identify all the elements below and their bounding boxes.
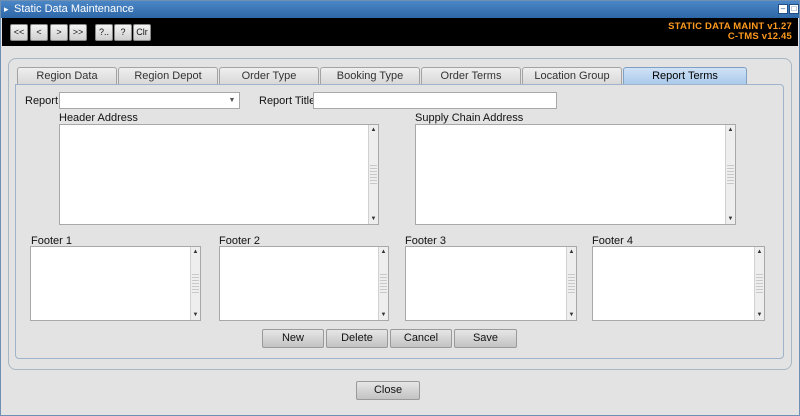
report-title-input[interactable]: [313, 92, 557, 109]
scroll-down-icon[interactable]: ▼: [191, 310, 200, 320]
version-info: STATIC DATA MAINT v1.27 C-TMS v12.45: [668, 22, 792, 42]
footer-2-scrollbar[interactable]: ▲ ▼: [378, 247, 388, 320]
scroll-down-icon[interactable]: ▼: [369, 214, 378, 224]
close-button[interactable]: Close: [356, 381, 420, 400]
help-button[interactable]: ?: [114, 24, 132, 41]
scroll-up-icon[interactable]: ▲: [755, 247, 764, 257]
last-record-button[interactable]: >>: [69, 24, 87, 41]
tab-region-data[interactable]: Region Data: [17, 67, 117, 85]
footer-1-scrollbar[interactable]: ▲ ▼: [190, 247, 200, 320]
report-title-label: Report Title: [259, 95, 316, 107]
scroll-grip-icon[interactable]: [756, 273, 763, 294]
app-window: ▸ Static Data Maintenance – □ << < > >> …: [0, 0, 800, 416]
scroll-down-icon[interactable]: ▼: [567, 310, 576, 320]
query-button[interactable]: ?..: [95, 24, 113, 41]
title-bar: ▸ Static Data Maintenance – □: [1, 1, 799, 18]
report-select[interactable]: ▼: [59, 92, 240, 109]
scroll-down-icon[interactable]: ▼: [755, 310, 764, 320]
first-record-button[interactable]: <<: [10, 24, 28, 41]
window-menu-icon[interactable]: ▸: [4, 1, 9, 18]
scroll-up-icon[interactable]: ▲: [726, 125, 735, 135]
tab-booking-type[interactable]: Booking Type: [320, 67, 420, 85]
scroll-down-icon[interactable]: ▼: [726, 214, 735, 224]
delete-button[interactable]: Delete: [326, 329, 388, 348]
scroll-grip-icon[interactable]: [370, 164, 377, 185]
cancel-button[interactable]: Cancel: [390, 329, 452, 348]
footer-1-textarea[interactable]: ▲ ▼: [30, 246, 201, 321]
chevron-down-icon[interactable]: ▼: [225, 93, 239, 108]
footer-4-scrollbar[interactable]: ▲ ▼: [754, 247, 764, 320]
tab-order-type[interactable]: Order Type: [219, 67, 319, 85]
supply-chain-address-textarea[interactable]: ▲ ▼: [415, 124, 736, 225]
scroll-up-icon[interactable]: ▲: [567, 247, 576, 257]
clear-button[interactable]: Clr: [133, 24, 151, 41]
previous-record-button[interactable]: <: [30, 24, 48, 41]
header-address-textarea[interactable]: ▲ ▼: [59, 124, 379, 225]
supply-chain-address-label: Supply Chain Address: [415, 112, 524, 124]
new-button[interactable]: New: [262, 329, 324, 348]
scroll-grip-icon[interactable]: [568, 273, 575, 294]
maximize-icon[interactable]: □: [789, 4, 799, 14]
tab-report-terms-configuration[interactable]: Report Terms Configuration: [623, 67, 747, 99]
footer-2-textarea[interactable]: ▲ ▼: [219, 246, 389, 321]
tab-location-group-name[interactable]: Location Group Name: [522, 67, 622, 99]
save-button[interactable]: Save: [454, 329, 517, 348]
minimize-icon[interactable]: –: [778, 4, 788, 14]
scroll-up-icon[interactable]: ▲: [369, 125, 378, 135]
window-title: Static Data Maintenance: [14, 3, 134, 15]
toolbar: << < > >> ?.. ? Clr STATIC DATA MAINT v1…: [2, 18, 798, 46]
tab-region-depot[interactable]: Region Depot: [118, 67, 218, 85]
header-address-scrollbar[interactable]: ▲ ▼: [368, 125, 378, 224]
report-label: Report: [25, 95, 59, 107]
footer-3-textarea[interactable]: ▲ ▼: [405, 246, 577, 321]
scroll-up-icon[interactable]: ▲: [191, 247, 200, 257]
scroll-grip-icon[interactable]: [380, 273, 387, 294]
header-address-label: Header Address: [59, 112, 138, 124]
supply-chain-address-scrollbar[interactable]: ▲ ▼: [725, 125, 735, 224]
next-record-button[interactable]: >: [50, 24, 68, 41]
version-line-2: C-TMS v12.45: [727, 31, 792, 42]
scroll-down-icon[interactable]: ▼: [379, 310, 388, 320]
tab-order-terms[interactable]: Order Terms: [421, 67, 521, 85]
scroll-grip-icon[interactable]: [192, 273, 199, 294]
scroll-grip-icon[interactable]: [727, 164, 734, 185]
footer-3-scrollbar[interactable]: ▲ ▼: [566, 247, 576, 320]
scroll-up-icon[interactable]: ▲: [379, 247, 388, 257]
footer-4-textarea[interactable]: ▲ ▼: [592, 246, 765, 321]
